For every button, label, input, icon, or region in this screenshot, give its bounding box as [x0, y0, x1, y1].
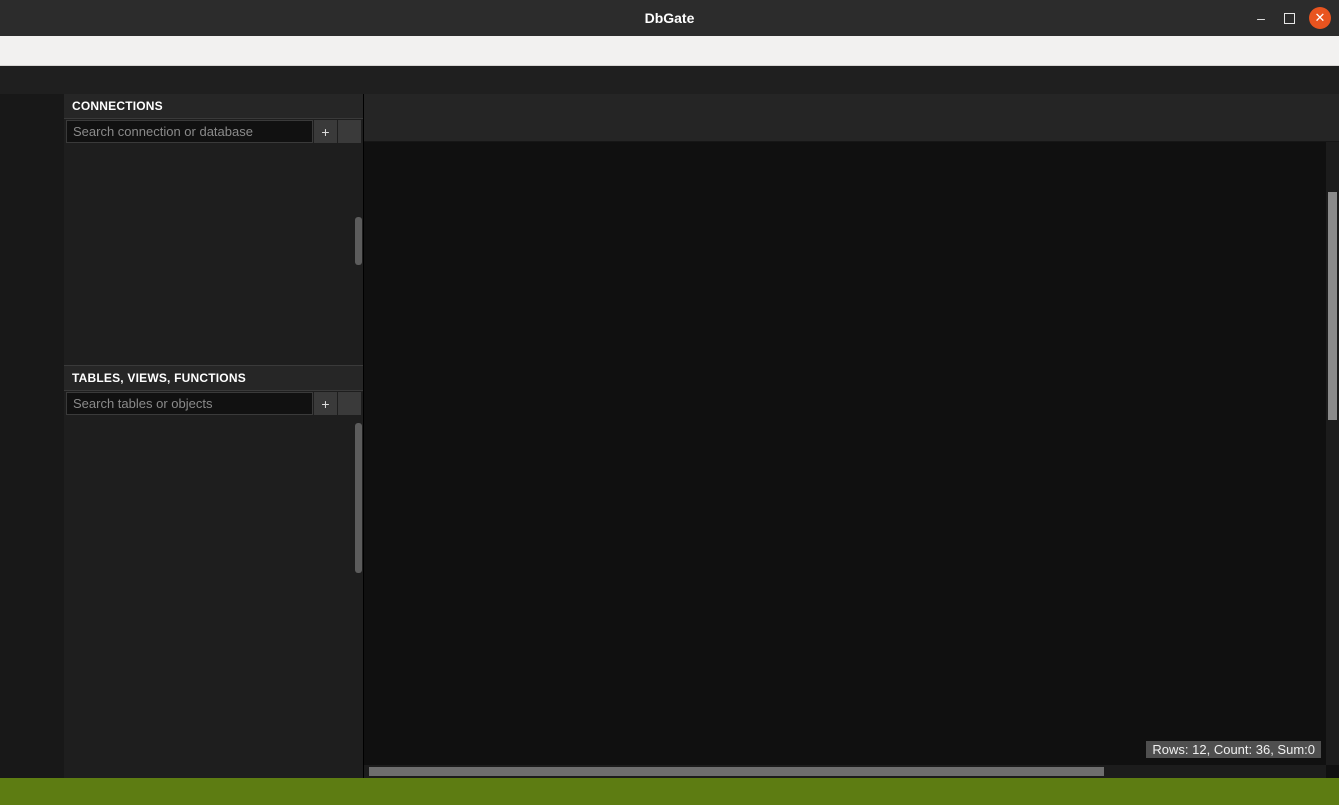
status-bar — [0, 778, 1339, 805]
data-grid: Rows: 12, Count: 36, Sum:0 — [364, 142, 1339, 778]
connections-scrollbar[interactable] — [355, 217, 362, 265]
window-title: DbGate — [0, 10, 1339, 26]
tab-group-strip — [364, 94, 1339, 112]
add-table-button[interactable]: + — [314, 392, 337, 415]
activity-rail — [0, 94, 64, 778]
maximize-button[interactable] — [1284, 13, 1295, 24]
menu-bar — [0, 36, 1339, 66]
tables-header: TABLES, VIEWS, FUNCTIONS — [64, 366, 363, 391]
connections-header: CONNECTIONS — [64, 94, 363, 119]
tab-bar — [364, 112, 1339, 142]
refresh-tables-button[interactable] — [338, 392, 361, 415]
connections-panel: CONNECTIONS + — [64, 94, 363, 365]
grid-vertical-scrollbar[interactable] — [1326, 142, 1339, 765]
toolbar — [0, 66, 1339, 94]
left-panel: CONNECTIONS + TABLES, VIEWS, FUNCTIONS + — [64, 94, 364, 778]
selection-summary-badge: Rows: 12, Count: 36, Sum:0 — [1146, 741, 1321, 758]
add-connection-small-button[interactable]: + — [314, 120, 337, 143]
connections-search-input[interactable] — [66, 120, 313, 143]
refresh-connections-button[interactable] — [338, 120, 361, 143]
window-titlebar: DbGate – ✕ — [0, 0, 1339, 36]
minimize-button[interactable]: – — [1252, 10, 1270, 26]
close-button[interactable]: ✕ — [1309, 7, 1331, 29]
tables-search-input[interactable] — [66, 392, 313, 415]
tables-panel: TABLES, VIEWS, FUNCTIONS + — [64, 365, 363, 778]
grid-horizontal-scrollbar[interactable] — [364, 765, 1326, 778]
tables-scrollbar[interactable] — [355, 423, 362, 573]
